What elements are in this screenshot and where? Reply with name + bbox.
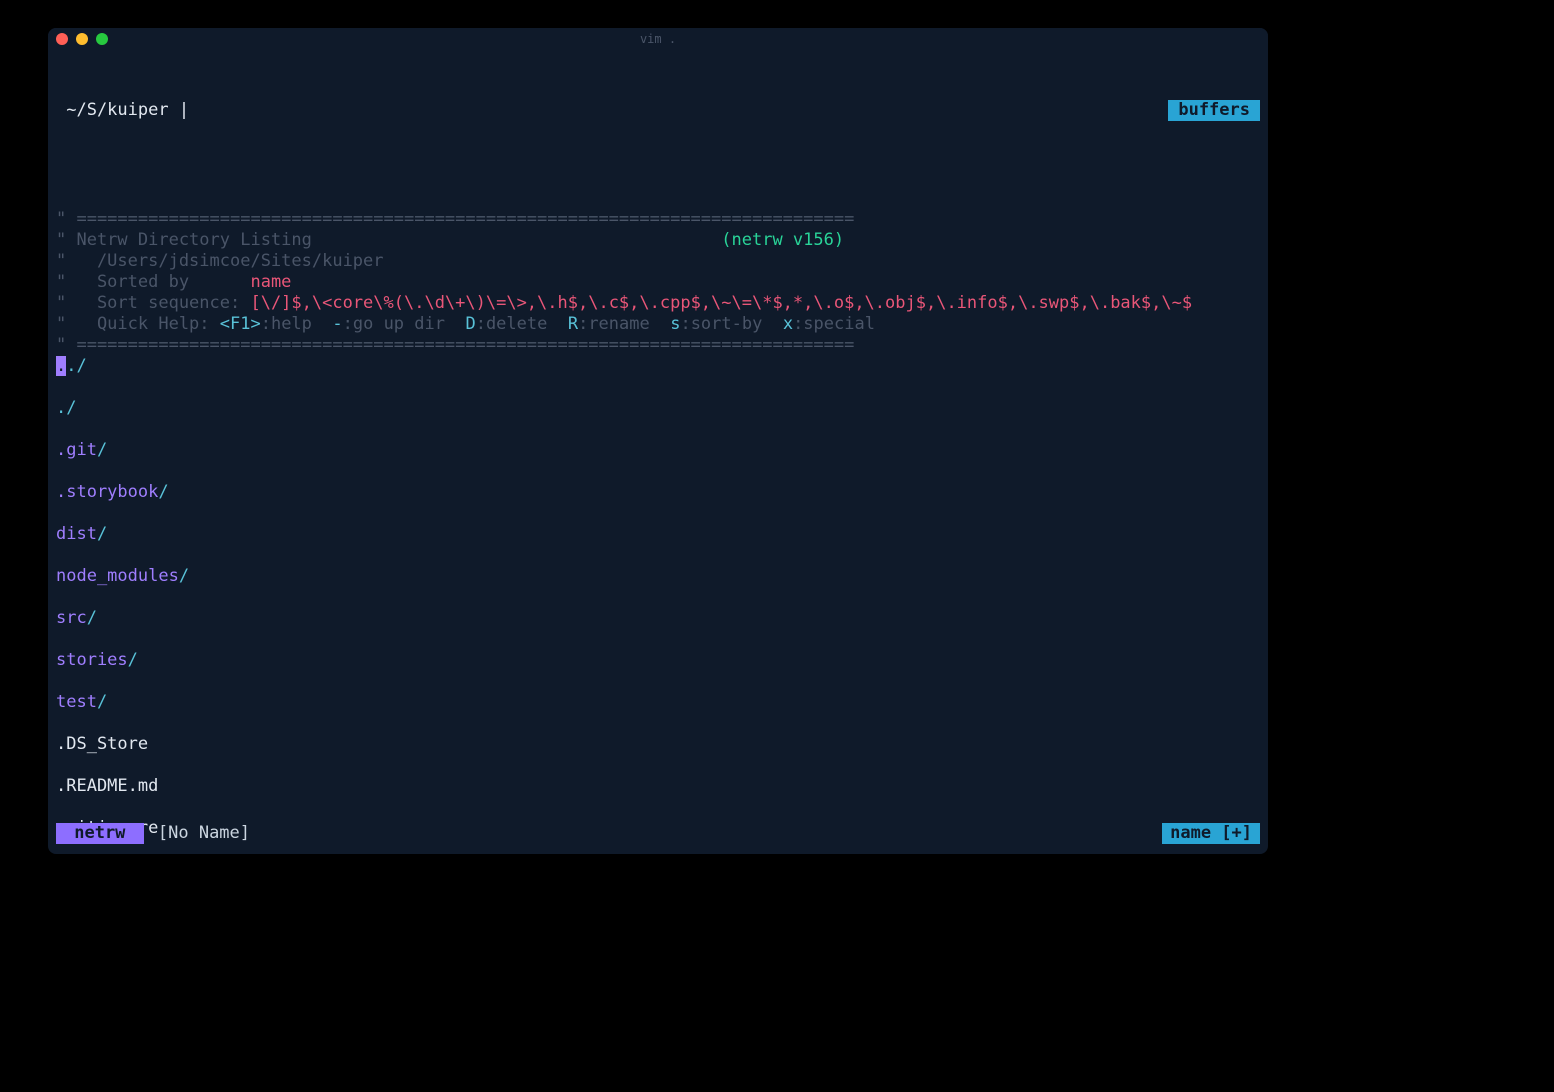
help-delete-text: :delete xyxy=(476,314,568,334)
header-rule-2: " ======================================… xyxy=(56,335,854,355)
dir-slash: / xyxy=(97,692,107,712)
dir-slash: / xyxy=(179,566,189,586)
dir-name: src xyxy=(56,608,87,628)
dir-slash: / xyxy=(97,524,107,544)
dir-stories[interactable]: stories/ xyxy=(56,650,1260,671)
sorted-by-label: " Sorted by xyxy=(56,272,250,292)
dir-test[interactable]: test/ xyxy=(56,692,1260,713)
dir-current-slash: ./ xyxy=(66,356,86,376)
dir-slash: / xyxy=(87,608,97,628)
path-prompt: ~/S/kuiper | xyxy=(56,100,199,121)
top-status-bar: ~/S/kuiper | buffers xyxy=(48,92,1268,125)
help-x: x xyxy=(783,314,793,334)
dir-name: stories xyxy=(56,650,128,670)
traffic-lights xyxy=(56,33,108,45)
quick-help-label: " Quick Help: xyxy=(56,314,220,334)
netrw-version: (netrw v156) xyxy=(721,230,844,250)
buffers-badge[interactable]: buffers xyxy=(1168,100,1260,121)
maximize-icon[interactable] xyxy=(96,33,108,45)
sort-seq-value: [\/]$,\<core\%(\.\d\+\)\=\>,\.h$,\.c$,\.… xyxy=(250,293,1192,313)
cursor: . xyxy=(56,356,66,376)
help-dash: - xyxy=(332,314,342,334)
terminal-window: vim . ~/S/kuiper | buffers " ===========… xyxy=(48,28,1268,854)
help-d: D xyxy=(465,314,475,334)
window-title: vim . xyxy=(48,32,1268,46)
dir-dist[interactable]: dist/ xyxy=(56,524,1260,545)
sort-seq-label: " Sort sequence: xyxy=(56,293,250,313)
dir-name: node_modules xyxy=(56,566,179,586)
cwd-path: " /Users/jdsimcoe/Sites/kuiper xyxy=(56,251,384,271)
help-r: R xyxy=(568,314,578,334)
name-modified-badge: name [+] xyxy=(1162,823,1260,844)
buffer-name: [No Name] xyxy=(148,823,250,844)
titlebar: vim . xyxy=(48,28,1268,50)
dir-name: dist xyxy=(56,524,97,544)
dir-src[interactable]: src/ xyxy=(56,608,1260,629)
minimize-icon[interactable] xyxy=(76,33,88,45)
dir-slash: / xyxy=(128,650,138,670)
dir-storybook[interactable]: .storybook/ xyxy=(56,482,1260,503)
help-rename-text: :rename xyxy=(578,314,670,334)
file-ds-store[interactable]: .DS_Store xyxy=(56,734,1260,755)
netrw-listing: " ======================================… xyxy=(48,188,1268,854)
dir-name: .storybook xyxy=(56,482,158,502)
close-icon[interactable] xyxy=(56,33,68,45)
sorted-by-value: name xyxy=(250,272,291,292)
help-f1: <F1> xyxy=(220,314,261,334)
dir-git[interactable]: .git/ xyxy=(56,440,1260,461)
help-special-text: :special xyxy=(793,314,875,334)
help-help-text: :help xyxy=(261,314,333,334)
listing-label: " Netrw Directory Listing xyxy=(56,230,312,250)
bottom-status-bar: netrw [No Name] name [+] xyxy=(56,823,1260,844)
dir-parent[interactable]: ./ xyxy=(56,398,1260,419)
dir-name: .git xyxy=(56,440,97,460)
dir-current[interactable]: ../ xyxy=(56,356,1260,377)
dir-slash: / xyxy=(158,482,168,502)
terminal-content[interactable]: ~/S/kuiper | buffers " =================… xyxy=(48,50,1268,854)
help-sortby-text: :sort-by xyxy=(680,314,782,334)
dir-slash: / xyxy=(97,440,107,460)
dir-node-modules[interactable]: node_modules/ xyxy=(56,566,1260,587)
dir-name: test xyxy=(56,692,97,712)
header-rule: " ======================================… xyxy=(56,209,854,229)
help-goup-text: :go up dir xyxy=(343,314,466,334)
file-readme-hidden[interactable]: .README.md xyxy=(56,776,1260,797)
netrw-mode-badge: netrw xyxy=(56,823,144,844)
help-s: s xyxy=(670,314,680,334)
